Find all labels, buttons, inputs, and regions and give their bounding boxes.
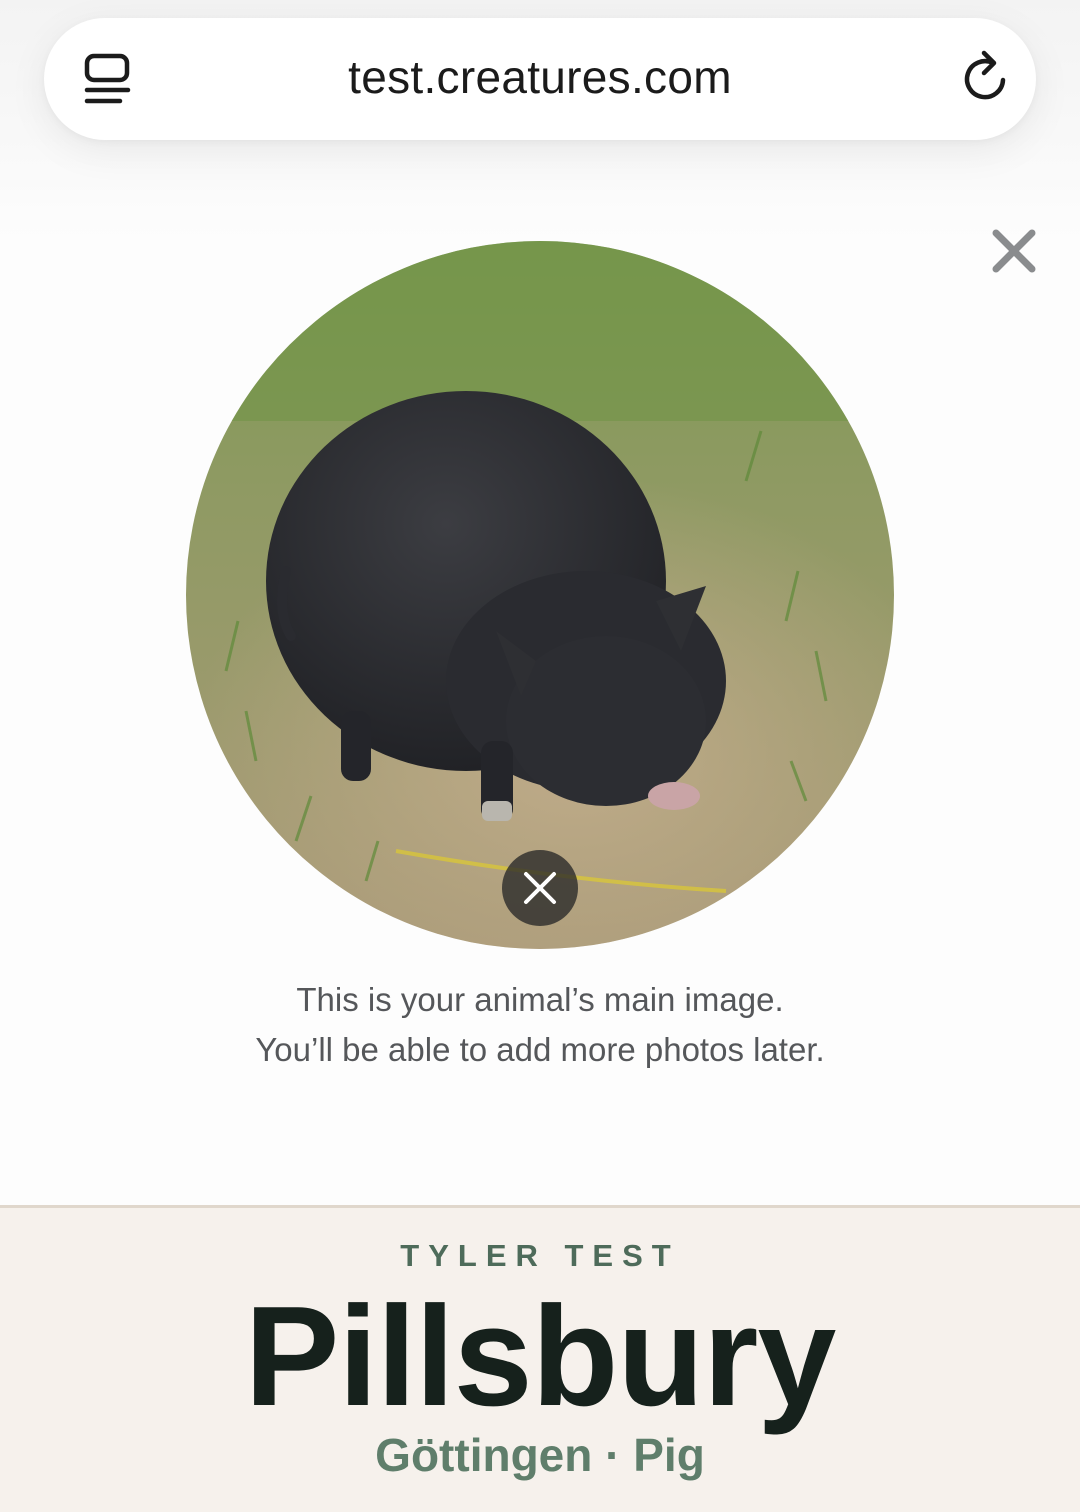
caption-line-2: You’ll be able to add more photos later. [255,1031,825,1068]
animal-main-photo [186,241,894,949]
close-icon [524,872,556,904]
breed-text: Göttingen [375,1429,593,1481]
tabs-list-icon[interactable] [82,52,134,108]
photo-caption: This is your animal’s main image. You’ll… [140,975,940,1075]
remove-photo-button[interactable] [502,850,578,926]
caption-line-1: This is your animal’s main image. [296,981,784,1018]
close-icon[interactable] [988,225,1040,277]
page: test.creatures.com This is your animal’s… [0,0,1080,1512]
breed-species-line: Göttingen · Pig [0,1428,1080,1482]
owner-name: TYLER TEST [400,1238,680,1273]
url-text[interactable]: test.creatures.com [240,50,840,104]
animal-name: Pillsbury [244,1277,837,1436]
separator-dot: · [605,1429,621,1481]
reload-icon[interactable] [960,50,1010,106]
species-text: Pig [633,1429,705,1481]
